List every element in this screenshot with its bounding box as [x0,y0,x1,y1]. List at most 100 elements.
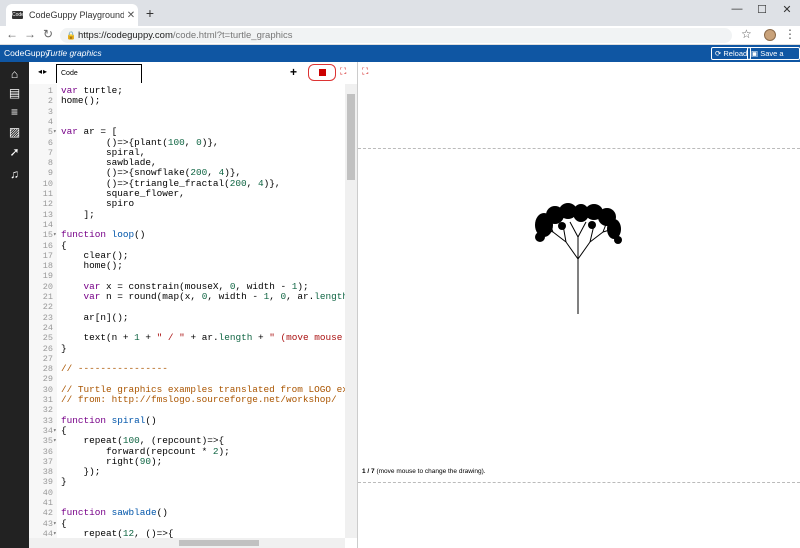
code-line[interactable]: 5 ▾ var ar = [ [29,126,345,138]
reload-page-icon[interactable]: ↻ [40,27,56,41]
code-line[interactable]: 33 function spiral() [29,415,345,426]
code-text: var ar = [ [61,126,118,138]
output-status-text: 1 / 7 (move mouse to change the drawing)… [362,468,486,475]
code-line[interactable]: 35 ▾ repeat(100, (repcount)=>{ [29,435,345,447]
stop-button[interactable] [308,64,336,81]
line-number: 43 [42,518,53,529]
editor-horizontal-scrollbar[interactable] [29,538,345,548]
code-line[interactable]: 13 ]; [29,209,345,220]
code-text: ar[n](); [61,311,129,323]
save-copy-button[interactable]: ▣ Save a copy [747,47,800,69]
back-icon[interactable]: ← [4,27,20,41]
reload-button[interactable]: ⟳ Reload [711,47,752,60]
code-line[interactable]: 31 // from: http://fmslogo.sourceforge.ne… [29,394,345,405]
browser-tab[interactable]: Code CodeGuppy Playground ✕ [6,4,138,26]
forward-icon[interactable]: → [22,27,38,41]
scroll-thumb[interactable] [347,94,355,180]
line-number: 15 [42,230,53,241]
url-field[interactable]: 🔒 https://codeguppy.com/code.html?t=turt… [60,28,732,43]
maximize-icon[interactable]: ☐ [751,3,773,16]
line-number: 36 [42,446,53,457]
code-line[interactable]: 15 ▾ function loop() [29,229,345,241]
code-text: text(n + 1 + " / " + ar.length + " (move… [61,332,343,344]
line-number: 1 [47,86,53,96]
code-line[interactable]: 26} [29,343,345,354]
code-text: var n = round(map(x, 0, width - 1, 0, ar… [83,291,345,302]
line-number: 24 [42,322,53,333]
rocket-icon[interactable]: ➚ [7,145,22,160]
line-number: 5 [47,127,53,138]
fold-icon[interactable]: ▾ [53,436,57,446]
avatar[interactable] [764,29,776,41]
expand-editor-icon[interactable]: ⛶ [340,66,346,77]
line-number: 9 [47,168,53,179]
minimize-icon[interactable]: — [726,3,748,15]
fold-icon[interactable]: ▾ [53,127,57,137]
project-title: Turtle graphics [46,48,102,58]
editor-vertical-scrollbar[interactable] [345,84,357,538]
code-line[interactable]: 39} [29,476,345,488]
code-line[interactable]: 3 [29,107,345,117]
code-text: home(); [61,95,101,107]
code-text: function sawblade() [61,507,168,519]
book-icon[interactable]: ▤ [7,86,22,101]
close-window-icon[interactable]: ✕ [776,3,798,16]
line-number: 22 [42,302,53,313]
reload-label: Reload [723,49,748,58]
code-text: } [61,476,67,488]
canvas-top-border [358,148,800,149]
line-number: 2 [47,96,53,107]
line-number: 21 [42,292,53,302]
bookmark-star-icon[interactable]: ☆ [741,27,752,41]
code-line[interactable]: 21 var n = round(map(x, 0, width - 1, 0,… [29,291,345,302]
code-line[interactable]: 23 ar[n](); [29,311,345,323]
line-number: 35 [42,436,53,447]
code-line[interactable]: 40 [29,488,345,498]
add-file-icon[interactable]: + [290,65,297,79]
fold-icon[interactable]: ▾ [53,230,57,240]
home-icon[interactable]: ⌂ [7,67,22,82]
file-tab-code[interactable]: Code [56,64,142,83]
line-number: 26 [42,343,53,354]
image-icon[interactable]: ▨ [7,125,22,140]
line-number: 28 [42,364,53,375]
menu-icon[interactable]: ≡ [7,105,22,120]
fold-icon[interactable]: ▾ [53,426,57,436]
line-number: 25 [42,333,53,344]
code-line[interactable]: 25 text(n + 1 + " / " + ar.length + " (m… [29,332,345,344]
fold-icon[interactable]: ▾ [53,519,57,529]
fold-icon[interactable]: ▾ [53,529,57,538]
line-number: 37 [42,456,53,467]
favicon: Code [12,11,24,19]
brand-label[interactable]: CodeGuppy [4,45,49,62]
app-header: CodeGuppy Turtle graphics ⟳ Reload ▣ Sav… [0,45,800,69]
line-number: 34 [42,425,53,436]
toggle-panel-arrows-icon[interactable]: ◂▸ [38,67,48,76]
new-tab-icon[interactable]: + [143,5,157,21]
line-number: 23 [42,312,53,323]
turtle-drawing [535,203,622,314]
line-number: 38 [42,467,53,478]
line-number: 17 [42,250,53,261]
hscroll-thumb[interactable] [179,540,259,546]
editor-toolbar: ◂▸ Code + ⛶ [29,62,357,84]
line-number: 4 [47,116,53,127]
line-number: 42 [42,508,53,519]
code-line[interactable]: 38 }); [29,466,345,478]
music-icon[interactable]: ♫ [7,167,22,182]
code-editor[interactable]: 1 var turtle; 2 home(); 3 4 5 ▾ var ar = [6 ()=>… [29,84,345,538]
canvas-bottom-border [358,482,800,483]
code-line[interactable]: 2 home(); [29,95,345,107]
line-number: 10 [42,178,53,189]
browser-menu-icon[interactable]: ⋮ [784,27,796,41]
expand-output-icon[interactable]: ⛶ [362,66,368,77]
code-line[interactable]: 28 // ---------------- [29,363,345,375]
close-tab-icon[interactable]: ✕ [124,10,138,21]
tab-title: CodeGuppy Playground [29,10,124,20]
code-line[interactable]: 42 function sawblade() [29,507,345,519]
line-number: 8 [47,158,53,169]
code-line[interactable]: 18 home(); [29,260,345,271]
code-text: // ---------------- [61,363,168,375]
line-number: 19 [42,271,53,282]
code-line[interactable]: 44 ▾ repeat(12, ()=>{ [29,528,345,538]
